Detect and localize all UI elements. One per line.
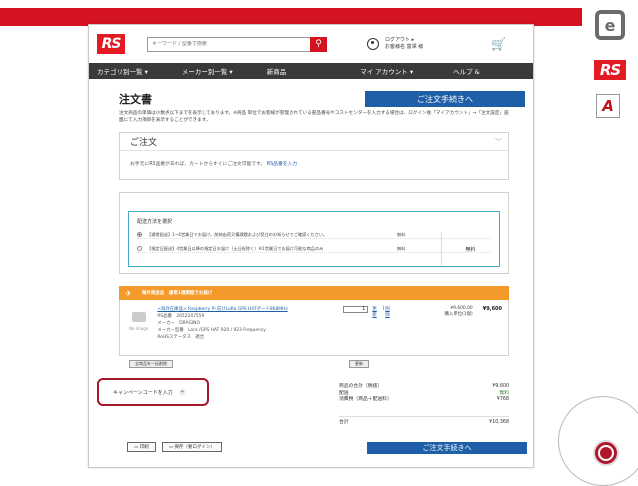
item-maker: メーカー DRAGINO (157, 321, 200, 326)
shipping-options: 配送方法を選択 【通常配送】1~4営業日でお届け。前納出荷又備課題および受注のお… (128, 211, 500, 267)
grand-total-row: 合計 ¥10,368 (339, 415, 509, 427)
screenshot-panel: RS ⚲ ログアウト ▸ お客様名 富澤 様 🛒 カテゴリ別一覧 ▾ メーカー別… (88, 24, 534, 468)
quantity-input[interactable]: 1 (342, 306, 369, 313)
customer-name: お客様名 富澤 様 (385, 44, 424, 50)
plus-icon[interactable]: + (178, 388, 186, 396)
save-label: 保存（要ログイン） (174, 445, 215, 450)
item-delete-link[interactable]: 削除 (385, 306, 394, 318)
item-update-link[interactable]: 更新 (372, 306, 381, 318)
nav-new-products[interactable]: 新商品 (267, 66, 287, 76)
cart-item: No image <海外在庫品> Raspberry Pi 向けLoRa GPS… (119, 300, 509, 356)
checkout-button[interactable]: ご注文手続きへ (365, 91, 525, 107)
shipping-option-fee: 無料 (397, 231, 406, 237)
site-header: RS ⚲ ログアウト ▸ お客様名 富澤 様 🛒 (89, 25, 533, 63)
rs-logo[interactable]: RS (97, 34, 125, 54)
shipping-option-label: 【通常配送】1~4営業日でお届け。前納出荷又備課題および受注のお知らせでご確認く… (147, 231, 328, 237)
delete-all-button[interactable]: 全商品を一括削除 (129, 360, 173, 368)
account-text: ログアウト ▸ お客様名 富澤 様 (385, 37, 423, 51)
item-rs-number: RS品番 2052247559 (157, 314, 205, 319)
side-logos: e RS A (592, 8, 630, 118)
shipping-option-fee: 無料 (397, 245, 406, 251)
unit-note: 購入単位(1個) (444, 312, 473, 317)
print-label: 印刷 (139, 445, 149, 450)
shipping-fee-summary: 無料 (441, 232, 499, 266)
nav-my-account[interactable]: マイ アカウント ▾ (360, 66, 413, 76)
shipping-box: 配送方法を選択 【通常配送】1~4営業日でお届け。前納出荷又備課題および受注のお… (119, 192, 509, 274)
item-subtotal: ¥9,600 (482, 306, 503, 312)
totals-panel: 商品の合計（税抜） ¥9,600 配送 無料 消費税（商品＋配送料） ¥768 … (339, 384, 509, 426)
order-content: 注文書 ご注文手続きへ 注文商品の単価は小数点以下までを表示しております。※商品… (89, 79, 533, 454)
e-logo-icon: e (595, 10, 625, 40)
grand-total-label: 合計 (339, 419, 349, 425)
title-row: 注文書 ご注文手続きへ (119, 91, 525, 107)
shipment-group-label: 海外発送品 通常1週間程でお届け (141, 291, 213, 296)
grand-total-value: ¥10,368 (489, 419, 509, 425)
rs-number-link[interactable]: RS品番を入力 (267, 162, 297, 167)
chevron-down-icon[interactable]: ﹀ (495, 137, 502, 147)
nav-maker[interactable]: メーカー別一覧 ▾ (182, 66, 233, 76)
order-entry-header[interactable]: ご注文 ﹀ (120, 133, 508, 151)
item-rohs: RoHSステータス 適合 (157, 335, 205, 340)
rs-side-logo: RS (594, 60, 626, 80)
save-button[interactable]: ▭ 保存（要ログイン） (161, 442, 222, 452)
item-maker-number: メーカー型番 Lora /GPS HAT 920 / 923 Frequency (157, 328, 266, 333)
nav-category[interactable]: カテゴリ別一覧 ▾ (97, 66, 148, 76)
search-icon: ⚲ (315, 39, 322, 49)
nav-help[interactable]: ヘルプ & (453, 66, 480, 76)
bottom-buttons: ▭ 印刷 ▭ 保存（要ログイン） (127, 442, 228, 452)
order-summary-area: キャンペーンコードを入力 + 商品の合計（税抜） ¥9,600 配送 無料 消費… (97, 372, 527, 454)
campaign-code-toggle[interactable]: キャンペーンコードを入力 + (97, 378, 209, 406)
logout-link[interactable]: ログアウト ▸ (385, 37, 423, 44)
shipping-option-label: 【指定日配送】4営業日以降の指定日お届け（土日祝除く）※1営業日でお届け可能な商… (147, 245, 324, 251)
account-area[interactable]: ログアウト ▸ お客様名 富澤 様 (367, 37, 423, 51)
checkout-button-bottom[interactable]: ご注文手続きへ (367, 442, 527, 454)
total-label: 消費税（商品＋配送料） (339, 397, 392, 402)
product-image: No image (126, 306, 151, 336)
company-seal-icon (593, 440, 619, 466)
campaign-label: キャンペーンコードを入力 (113, 389, 173, 396)
page-title: 注文書 (119, 93, 152, 106)
shipping-option-date[interactable]: 【指定日配送】4営業日以降の指定日お届け（土日祝除く）※1営業日でお届け可能な商… (137, 245, 491, 253)
order-entry-box: ご注文 ﹀ お手元にRS品番があれば、カートからすぐにご注文可能です。 RS品番… (119, 132, 509, 180)
update-button[interactable]: 更新 (349, 360, 369, 368)
shipping-title: 配送方法を選択 (137, 219, 173, 225)
radio-standard[interactable] (137, 232, 142, 237)
shipping-option-standard[interactable]: 【通常配送】1~4営業日でお届け。前納出荷又備課題および受注のお知らせでご確認く… (137, 231, 491, 239)
search-box: ⚲ (147, 36, 327, 52)
user-icon (367, 38, 379, 50)
notice-text: 注文商品の単価は小数点以下までを表示しております。※商品 単位でお客様が管理され… (119, 111, 509, 123)
decorative-circle (558, 396, 638, 486)
item-name-link[interactable]: <海外在庫品> Raspberry Pi 向けLoRa GPS HATボード86… (157, 306, 323, 313)
unit-price: ¥9,600.00 購入単位(1個) (424, 306, 473, 349)
cart-icon[interactable]: 🛒 (491, 37, 506, 51)
radio-date[interactable] (137, 246, 142, 251)
order-hint-text: お手元にRS品番があれば、カートからすぐにご注文可能です。 (130, 162, 266, 167)
quantity-area: 1 更新 | 削除 (342, 306, 394, 349)
order-entry-hint: お手元にRS品番があれば、カートからすぐにご注文可能です。 RS品番を入力 (120, 151, 508, 176)
cart-actions: 全商品を一括削除 更新 (119, 356, 509, 372)
main-nav: カテゴリ別一覧 ▾ メーカー別一覧 ▾ 新商品 マイ アカウント ▾ ヘルプ & (89, 63, 533, 79)
item-info: <海外在庫品> Raspberry Pi 向けLoRa GPS HATボード86… (157, 306, 323, 349)
print-button[interactable]: ▭ 印刷 (127, 442, 156, 452)
no-image-label: No image (129, 326, 149, 331)
search-input[interactable] (148, 41, 306, 47)
airplane-icon: ✈ (125, 288, 132, 298)
search-button[interactable]: ⚲ (310, 36, 327, 52)
camera-icon (131, 312, 146, 322)
order-entry-title: ご注文 (130, 138, 158, 148)
shipment-group-header: ✈ 海外発送品 通常1週間程でお届け (119, 286, 509, 300)
a-logo-icon: A (596, 94, 620, 118)
total-row: 消費税（商品＋配送料） ¥768 (339, 397, 509, 404)
total-value: ¥768 (496, 397, 509, 402)
